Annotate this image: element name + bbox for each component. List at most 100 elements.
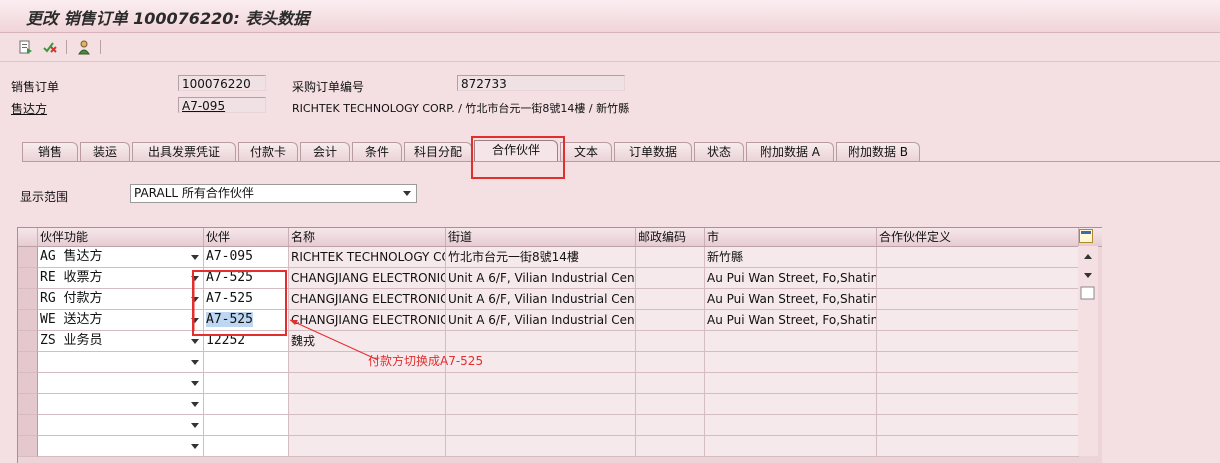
column-header-partner-definition[interactable]: 合作伙伴定义 bbox=[877, 228, 1079, 246]
city-cell bbox=[705, 373, 877, 394]
table-row[interactable]: WE 送达方 A7-525 CHANGJIANG ELECTRONICS Unit A… bbox=[18, 310, 1102, 331]
street-cell: Unit A 6/F, Vilian Industrial Cente bbox=[446, 310, 636, 331]
chevron-down-icon[interactable] bbox=[191, 360, 199, 365]
column-header-function[interactable]: 伙伴功能 bbox=[38, 228, 204, 246]
chevron-down-icon[interactable] bbox=[403, 191, 411, 196]
city-cell-text: Au Pui Wan Street, Fo,Shatin,.. bbox=[707, 313, 877, 327]
partner-number-cell[interactable] bbox=[204, 436, 289, 457]
display-range-select[interactable]: PARALL 所有合作伙伴 bbox=[130, 184, 417, 203]
tab-conditions[interactable]: 条件 bbox=[352, 142, 402, 162]
partner-function-cell[interactable]: AG 售达方 bbox=[38, 247, 204, 268]
tab-additional-data-b[interactable]: 附加数据 B bbox=[836, 142, 920, 162]
chevron-down-icon[interactable] bbox=[191, 381, 199, 386]
table-row[interactable]: RG 付款方 A7-525 CHANGJIANG ELECTRONICS Unit A… bbox=[18, 289, 1102, 310]
scroll-thumb[interactable] bbox=[1080, 286, 1095, 300]
city-cell-text: Au Pui Wan Street, Fo,Shatin,.. bbox=[707, 292, 877, 306]
table-row[interactable] bbox=[18, 394, 1102, 415]
partner-number-cell[interactable] bbox=[204, 352, 289, 373]
toolbar-separator bbox=[66, 40, 67, 54]
row-selector-header[interactable] bbox=[18, 228, 38, 246]
annotation-text: 付款方切换成A7-525 bbox=[368, 354, 484, 368]
tab-order-data[interactable]: 订单数据 bbox=[614, 142, 692, 162]
table-row[interactable]: ZS 业务员 12252 魏戎 bbox=[18, 331, 1102, 352]
partner-function-cell[interactable]: ZS 业务员 bbox=[38, 331, 204, 352]
city-cell-text: Au Pui Wan Street, Fo,Shatin,.. bbox=[707, 271, 877, 285]
partner-number-cell[interactable]: A7-095 bbox=[204, 247, 289, 268]
row-selector[interactable] bbox=[18, 352, 38, 373]
column-header-partner[interactable]: 伙伴 bbox=[204, 228, 289, 246]
table-settings-icon[interactable] bbox=[1079, 229, 1093, 243]
city-cell: Au Pui Wan Street, Fo,Shatin,.. bbox=[705, 289, 877, 310]
tab-status[interactable]: 状态 bbox=[694, 142, 744, 162]
cancel-icon[interactable] bbox=[42, 39, 58, 55]
row-selector[interactable] bbox=[18, 394, 38, 415]
table-row[interactable]: AG 售达方 A7-095 RICHTEK TECHNOLOGY CO... 竹北市台… bbox=[18, 247, 1102, 268]
partner-function-cell[interactable] bbox=[38, 352, 204, 373]
partner-definition-cell bbox=[877, 268, 1079, 289]
row-selector[interactable] bbox=[18, 373, 38, 394]
partner-number-cell[interactable] bbox=[204, 373, 289, 394]
chevron-down-icon[interactable] bbox=[191, 444, 199, 449]
partner-function-cell[interactable]: WE 送达方 bbox=[38, 310, 204, 331]
row-selector[interactable] bbox=[18, 415, 38, 436]
partner-function-cell[interactable] bbox=[38, 373, 204, 394]
toolbar bbox=[0, 33, 1220, 62]
chevron-down-icon[interactable] bbox=[191, 339, 199, 344]
po-number-field[interactable]: 872733 bbox=[457, 75, 625, 91]
column-header-name[interactable]: 名称 bbox=[289, 228, 446, 246]
table-row[interactable] bbox=[18, 415, 1102, 436]
city-cell bbox=[705, 352, 877, 373]
tab-texts[interactable]: 文本 bbox=[560, 142, 612, 162]
city-cell bbox=[705, 415, 877, 436]
table-row[interactable] bbox=[18, 352, 1102, 373]
scroll-down-icon[interactable] bbox=[1084, 273, 1092, 278]
column-header-city[interactable]: 市 bbox=[705, 228, 877, 246]
partner-name-cell: CHANGJIANG ELECTRONICS bbox=[289, 268, 446, 289]
tab-sales[interactable]: 销售 bbox=[22, 142, 78, 162]
partner-function-cell[interactable] bbox=[38, 436, 204, 457]
tab-additional-data-a[interactable]: 附加数据 A bbox=[746, 142, 834, 162]
tab-shipping[interactable]: 装运 bbox=[80, 142, 130, 162]
city-cell: Au Pui Wan Street, Fo,Shatin,.. bbox=[705, 268, 877, 289]
partner-function-cell[interactable] bbox=[38, 394, 204, 415]
table-row[interactable]: RE 收票方 A7-525 CHANGJIANG ELECTRONICS Unit A… bbox=[18, 268, 1102, 289]
table-row[interactable] bbox=[18, 436, 1102, 457]
window-title: 更改 销售订单 100076220: 表头数据 bbox=[26, 9, 310, 28]
tab-baseline bbox=[22, 161, 1220, 162]
row-selector[interactable] bbox=[18, 310, 38, 331]
partner-function-cell[interactable]: RG 付款方 bbox=[38, 289, 204, 310]
vertical-scrollbar[interactable] bbox=[1078, 246, 1098, 456]
row-selector[interactable] bbox=[18, 247, 38, 268]
column-header-postal-code[interactable]: 邮政编码 bbox=[636, 228, 705, 246]
column-header-street[interactable]: 街道 bbox=[446, 228, 636, 246]
row-selector[interactable] bbox=[18, 289, 38, 310]
street-cell bbox=[446, 373, 636, 394]
table-row[interactable] bbox=[18, 373, 1102, 394]
chevron-down-icon[interactable] bbox=[191, 255, 199, 260]
partner-function-cell[interactable] bbox=[38, 415, 204, 436]
chevron-down-icon[interactable] bbox=[191, 423, 199, 428]
display-change-icon[interactable] bbox=[18, 39, 34, 55]
sales-order-field[interactable]: 100076220 bbox=[178, 75, 266, 91]
partner-number-cell-text: A7-095 bbox=[206, 249, 253, 264]
row-selector[interactable] bbox=[18, 331, 38, 352]
partner-table: 伙伴功能 伙伴 名称 街道 邮政编码 市 合作伙伴定义 AG 售达方 A7-095… bbox=[17, 227, 1102, 463]
scroll-up-icon[interactable] bbox=[1084, 254, 1092, 259]
person-icon[interactable] bbox=[76, 39, 92, 55]
partner-number-cell[interactable] bbox=[204, 415, 289, 436]
tab-account-assignment[interactable]: 科目分配 bbox=[404, 142, 472, 162]
tab-billing-document[interactable]: 出具发票凭证 bbox=[132, 142, 236, 162]
po-number-label: 采购订单编号 bbox=[292, 80, 365, 94]
partner-number-cell[interactable] bbox=[204, 394, 289, 415]
postal-code-cell bbox=[636, 310, 705, 331]
partner-definition-cell bbox=[877, 352, 1079, 373]
chevron-down-icon[interactable] bbox=[191, 402, 199, 407]
row-selector[interactable] bbox=[18, 268, 38, 289]
sold-to-field[interactable]: A7-095 bbox=[178, 97, 266, 113]
partner-name-cell bbox=[289, 373, 446, 394]
row-selector[interactable] bbox=[18, 436, 38, 457]
tab-accounting[interactable]: 会计 bbox=[300, 142, 350, 162]
tab-payment-card[interactable]: 付款卡 bbox=[238, 142, 298, 162]
partner-definition-cell bbox=[877, 247, 1079, 268]
partner-function-cell[interactable]: RE 收票方 bbox=[38, 268, 204, 289]
